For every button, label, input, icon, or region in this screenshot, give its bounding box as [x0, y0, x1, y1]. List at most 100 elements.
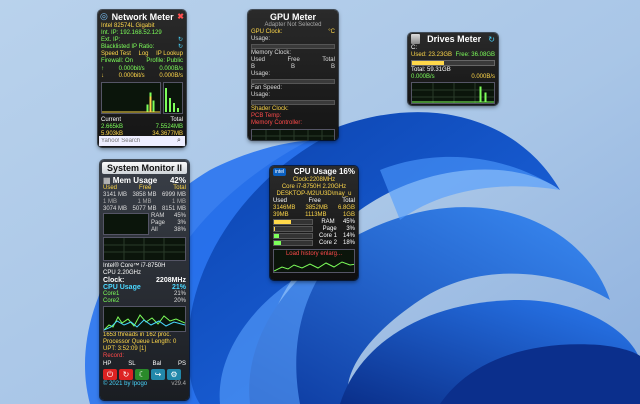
memory-icon: ▦ — [103, 176, 111, 185]
cpu-usage-label: CPU Usage — [103, 284, 141, 291]
threads-summary: 1653 threads in 162 proc. — [103, 332, 172, 338]
sl-label: SL — [128, 361, 136, 367]
mem-val-used: B — [251, 64, 256, 70]
ram-used: 3146MB — [273, 205, 296, 211]
sleep-button[interactable]: ☾ — [135, 369, 149, 380]
drives-meter-gadget: Drives Meter ↻ C: Used: 23.23GB Free: 36.… — [408, 33, 498, 105]
mem-usage-label: Usage: — [251, 71, 271, 77]
network-history-graph — [163, 82, 183, 114]
cpu-usage-percent: 21% — [171, 284, 186, 291]
core2-percent: 20% — [173, 298, 186, 304]
search-icon[interactable]: ⌕ — [177, 137, 181, 145]
yahoo-search-input[interactable] — [99, 137, 177, 145]
core2-label: Core2 — [103, 298, 120, 304]
clock-label: Clock: — [103, 277, 125, 284]
core2-percent: 18% — [342, 240, 355, 246]
host-name: DESKTOP-M2UU3D\may_u — [276, 191, 352, 197]
download-arrow-icon: ↓ — [101, 73, 104, 79]
all-percent: 38% — [173, 227, 186, 233]
col-used: Used — [273, 198, 288, 204]
external-ip: Ext. IP: — [101, 37, 121, 43]
drive-total: Total: 59.31GB — [411, 67, 451, 73]
all-label: All — [151, 227, 158, 233]
cpu-load-history-graph[interactable]: Load history enlarg... — [273, 249, 355, 273]
system-monitor-gadget: System Monitor II ▦ Mem Usage 42% Used Fr… — [100, 160, 189, 400]
ip-lookup-link[interactable]: IP Lookup — [156, 51, 183, 58]
close-icon[interactable]: ✖ — [177, 12, 184, 21]
logoff-button[interactable]: ↪ — [151, 369, 165, 380]
adapter-name: Intel 82574L Gigabit — [101, 23, 155, 29]
memory-controller-label: Memory Controller: — [251, 120, 303, 126]
processor-queue: Processor Queue Length: 0 — [103, 339, 177, 345]
firewall-profile: Profile: Public — [146, 58, 183, 64]
core2-label: Core 2 — [318, 240, 337, 246]
mem-col-used: Used — [251, 57, 266, 63]
memory-history-graph — [103, 237, 186, 261]
commit-free: 5077 MB — [132, 206, 157, 212]
log-link[interactable]: Log — [138, 51, 148, 58]
gpu-meter-title: GPU Meter — [269, 12, 316, 22]
drive-read-rate: 0.000B/s — [411, 74, 435, 80]
copyright-link[interactable]: © 2021 by Ipogo — [103, 381, 147, 388]
core1-label: Core1 — [103, 291, 120, 297]
pcb-temp-label: PCB Temp: — [251, 113, 282, 119]
fan-usage-bar — [251, 100, 335, 105]
system-monitor-title: System Monitor II — [102, 162, 187, 174]
total-up: 7.5524MB — [155, 124, 183, 130]
bal-label: Bal — [152, 361, 162, 367]
ram-bar — [273, 219, 313, 225]
upload-arrow-icon: ↑ — [101, 66, 104, 72]
ram-percent: 45% — [173, 213, 186, 219]
version: v29.4 — [171, 381, 186, 387]
drive-free: Free: 36.08GB — [455, 52, 495, 58]
settings-button[interactable]: ⚙ — [167, 369, 181, 380]
speed-test-link[interactable]: Speed Test — [101, 51, 131, 58]
fan-usage-label: Usage: — [251, 92, 271, 98]
network-meter-gadget: ◎ Network Meter ✖ Intel 82574L Gigabit I… — [98, 10, 186, 147]
drives-meter-title: Drives Meter — [427, 34, 482, 44]
refresh-icon[interactable]: ↻ — [488, 35, 495, 44]
page-total-extra: 1 MB — [171, 199, 186, 205]
ram-total: 6.8GB — [337, 205, 355, 211]
mem-usage-percent: 42% — [169, 176, 186, 185]
gpu-temp-unit: °C — [328, 29, 335, 35]
core1-bar — [273, 233, 313, 239]
page-label: Page — [322, 226, 337, 232]
current-label: Current — [101, 117, 122, 123]
gpu-clock-label: GPU Clock: — [251, 29, 283, 35]
record-label: Record: — [103, 353, 125, 359]
commit-total: 8151 MB — [161, 206, 186, 212]
mem-col-total: Total — [173, 185, 186, 191]
cpu-usage-title: CPU Usage — [293, 167, 337, 176]
page-total: 1GB — [342, 212, 355, 218]
page-used-extra: 1 MB — [103, 199, 118, 205]
cpu-history-graph — [103, 306, 186, 332]
core1-percent: 21% — [173, 291, 186, 297]
rate-down-bytes: 0.000B/s — [159, 73, 183, 79]
total-label: Total — [170, 117, 183, 123]
rate-up-bytes: 0.000B/s — [159, 66, 183, 72]
mem-usage-bar — [251, 79, 335, 84]
cpu-usage-gadget: intel CPU Usage 16% Clock:2208MHz Core i… — [270, 166, 358, 280]
gpu-graph — [251, 129, 335, 140]
refresh-icon[interactable]: ↻ — [178, 44, 183, 51]
mem-col-free: Free — [287, 57, 300, 63]
ram-label: RAM — [151, 213, 165, 219]
cpu-usage-percent: 16% — [338, 167, 355, 176]
restart-button[interactable]: ↻ — [119, 369, 133, 380]
mem-total: 6999 MB — [161, 192, 186, 198]
rate-down-bits: 0.000bit/s — [118, 73, 145, 79]
core1-percent: 14% — [342, 233, 355, 239]
power-button[interactable]: ⏻ — [103, 369, 117, 380]
current-up: 2.665kB — [101, 124, 124, 130]
mem-used: 3141 MB — [103, 192, 128, 198]
blacklisted-ratio: Blacklisted IP Ratio: — [101, 44, 155, 50]
network-graph — [101, 82, 162, 114]
drive-usage-bar — [411, 60, 495, 66]
internal-ip: Int. IP: 192.168.52.129 — [101, 30, 162, 36]
refresh-icon[interactable]: ↻ — [178, 37, 183, 44]
wifi-icon: ◎ — [100, 11, 108, 21]
ram-percent: 45% — [342, 219, 355, 225]
load-history-label: Load history enlarg... — [285, 251, 343, 257]
gpu-usage-bar — [251, 44, 335, 49]
